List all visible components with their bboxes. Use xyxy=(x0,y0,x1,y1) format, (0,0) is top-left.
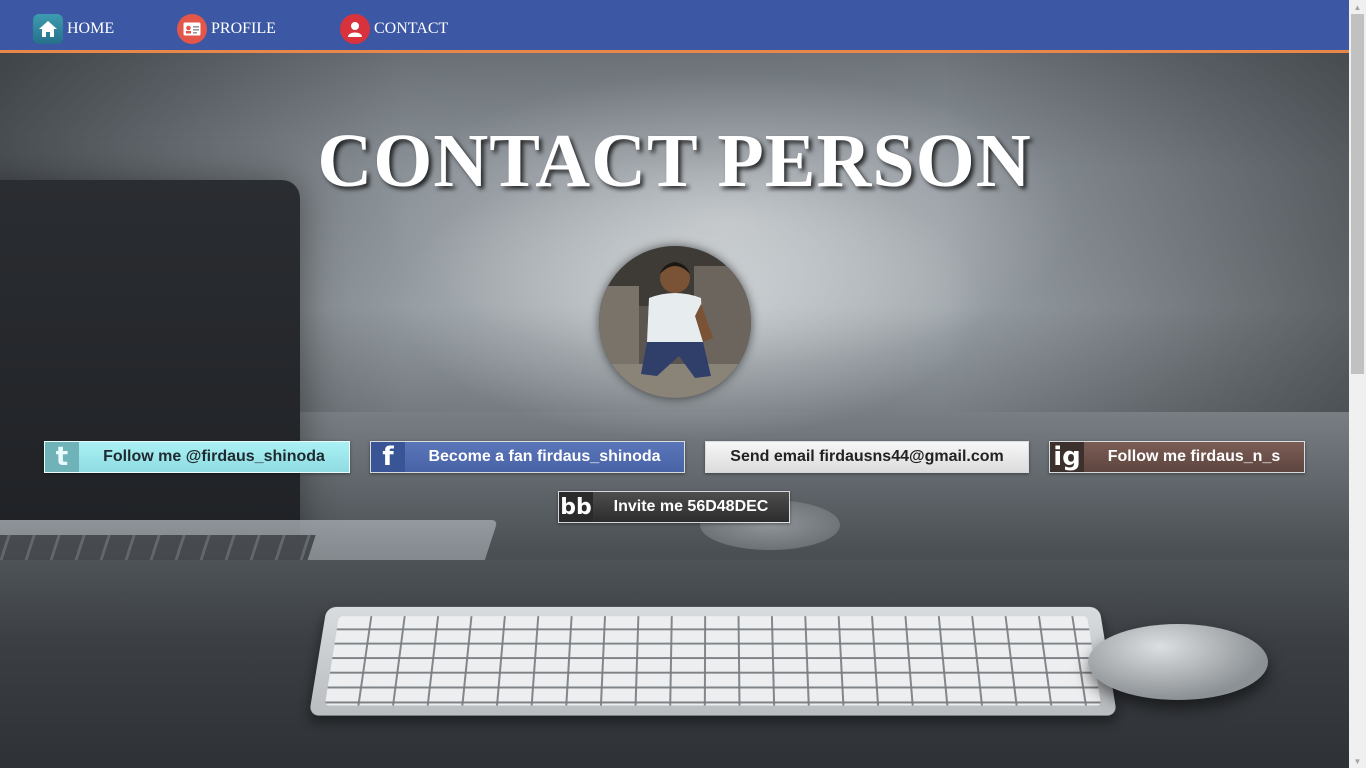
nav-contact-label: CONTACT xyxy=(374,20,449,37)
home-icon xyxy=(33,14,63,44)
nav-profile-link[interactable]: PROFILE xyxy=(177,14,276,44)
id-card-icon xyxy=(177,14,207,44)
nav-home-label: HOME xyxy=(67,20,115,37)
facebook-fan-label: Become a fan firdaus_shinoda xyxy=(405,442,684,472)
send-email-button[interactable]: Send email firdausns44@gmail.com xyxy=(705,441,1029,473)
twitter-follow-label: Follow me @firdaus_shinoda xyxy=(79,442,349,472)
twitter-follow-button[interactable]: t Follow me @firdaus_shinoda xyxy=(44,441,350,473)
bbm-invite-label: Invite me 56D48DEC xyxy=(593,492,789,522)
instagram-follow-button[interactable]: ig Follow me firdaus_n_s xyxy=(1049,441,1305,473)
twitter-icon: t xyxy=(45,442,79,472)
nav-contact-link[interactable]: CONTACT xyxy=(340,14,448,44)
send-email-label: Send email firdausns44@gmail.com xyxy=(706,442,1028,472)
background-mouse xyxy=(1088,624,1268,700)
page-title: CONTACT PERSON xyxy=(317,119,1032,203)
person-icon xyxy=(340,14,370,44)
background-keyboard xyxy=(308,606,1118,716)
facebook-icon: f xyxy=(371,442,405,472)
facebook-fan-button[interactable]: f Become a fan firdaus_shinoda xyxy=(370,441,685,473)
instagram-icon: ig xyxy=(1050,442,1084,472)
nav-profile-label: PROFILE xyxy=(211,20,276,37)
bbm-invite-button[interactable]: bb Invite me 56D48DEC xyxy=(558,491,790,523)
instagram-follow-label: Follow me firdaus_n_s xyxy=(1084,442,1304,472)
avatar-photo xyxy=(599,246,751,398)
blackberry-icon: bb xyxy=(559,492,593,522)
nav-home-link[interactable]: HOME xyxy=(33,14,114,44)
scroll-up-arrow-icon[interactable]: ▲ xyxy=(1349,0,1366,14)
top-navbar: HOME PROFILE CONTACT xyxy=(0,0,1349,53)
scroll-down-arrow-icon[interactable]: ▼ xyxy=(1349,754,1366,768)
scrollbar-thumb[interactable] xyxy=(1351,14,1364,374)
avatar xyxy=(599,246,751,398)
